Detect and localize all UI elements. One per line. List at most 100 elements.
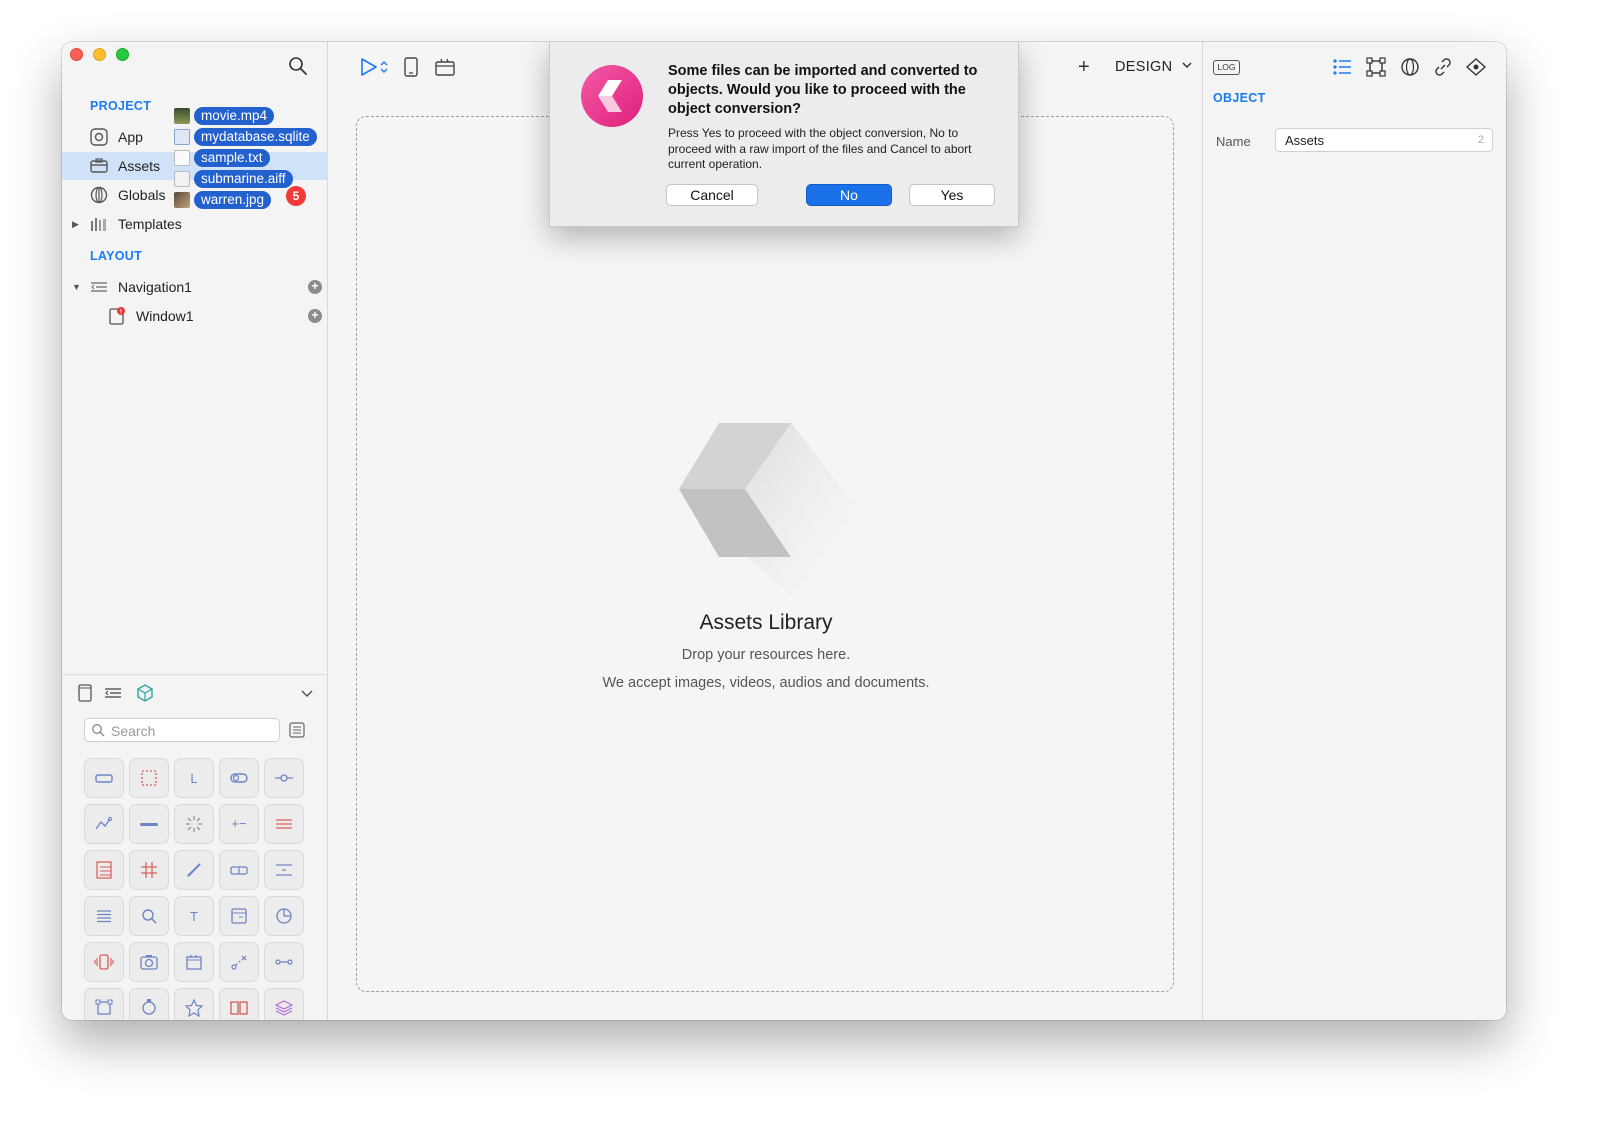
- gauge-icon: [276, 908, 292, 924]
- text-area-object-tile[interactable]: [84, 896, 124, 936]
- log-button[interactable]: LOG: [1213, 60, 1240, 75]
- chart-icon: [95, 816, 113, 830]
- play-icon[interactable]: [358, 56, 380, 78]
- layers-icon: [274, 1000, 294, 1016]
- assets-library-title: Assets Library: [699, 611, 833, 634]
- sidebar-item-label: App: [118, 129, 143, 145]
- slider-object-tile[interactable]: [264, 758, 304, 798]
- objects-tab-icon[interactable]: [136, 684, 154, 702]
- text-file-icon: [174, 150, 190, 166]
- sidebar-item-templates[interactable]: ▶ Templates: [62, 210, 328, 238]
- camera-icon: [140, 955, 158, 970]
- cancel-button[interactable]: Cancel: [666, 184, 758, 206]
- progress-object-tile[interactable]: [129, 804, 169, 844]
- button-object-tile[interactable]: [84, 758, 124, 798]
- chevron-updown-icon[interactable]: [378, 59, 390, 75]
- svg-text:L: L: [190, 771, 197, 786]
- vibration-object-tile[interactable]: [84, 942, 124, 982]
- label-icon: L: [190, 771, 197, 786]
- list-object-tile[interactable]: [84, 850, 124, 890]
- clapperboard-icon[interactable]: [434, 56, 456, 78]
- segmented-object-tile[interactable]: [219, 850, 259, 890]
- add-button[interactable]: +: [1078, 56, 1090, 79]
- grid-object-tile[interactable]: [129, 850, 169, 890]
- switch-icon: [230, 773, 248, 783]
- separator-icon: [276, 864, 292, 876]
- web-view-object-tile[interactable]: [219, 896, 259, 936]
- minimize-window-button[interactable]: [93, 48, 106, 61]
- chevron-down-icon[interactable]: [1180, 58, 1194, 72]
- preview-icon[interactable]: [1465, 56, 1487, 78]
- switch-object-tile[interactable]: [219, 758, 259, 798]
- dragged-file-label: mydatabase.sqlite: [194, 128, 317, 146]
- zoom-window-button[interactable]: [116, 48, 129, 61]
- columns-object-tile[interactable]: [219, 988, 259, 1020]
- list-properties-icon[interactable]: [1331, 56, 1353, 78]
- search-icon: [92, 724, 105, 737]
- layers-object-tile[interactable]: [264, 988, 304, 1020]
- device-icon[interactable]: [400, 56, 422, 78]
- templates-icon: [91, 218, 106, 231]
- pen-object-tile[interactable]: [174, 850, 214, 890]
- video-object-tile[interactable]: [174, 942, 214, 982]
- disclosure-down-icon[interactable]: ▼: [72, 282, 81, 292]
- text-object-tile[interactable]: T: [174, 896, 214, 936]
- separator-object-tile[interactable]: [264, 850, 304, 890]
- chart-object-tile[interactable]: [84, 804, 124, 844]
- app-logo-icon: [581, 65, 643, 127]
- video-icon: [186, 954, 202, 970]
- gesture-object-tile[interactable]: [219, 942, 259, 982]
- grid-icon: [141, 862, 157, 878]
- yes-button[interactable]: Yes: [909, 184, 995, 206]
- sidebar-item-window1[interactable]: ! Window1 +: [62, 302, 328, 330]
- import-conversion-dialog: Some files can be imported and converted…: [549, 42, 1019, 227]
- assets-library-hint: Drop your resources here.: [681, 647, 851, 663]
- add-icon[interactable]: +: [308, 280, 322, 294]
- connector-object-tile[interactable]: [264, 942, 304, 982]
- name-label: Name: [1216, 134, 1251, 149]
- project-section-label: PROJECT: [90, 99, 152, 113]
- gesture-icon: [231, 955, 247, 970]
- style-icon[interactable]: [1399, 56, 1421, 78]
- device-tab-icon[interactable]: [76, 684, 94, 702]
- assets-library-logo-icon: [679, 423, 857, 597]
- sidebar-item-label: Navigation1: [118, 279, 192, 295]
- star-object-tile[interactable]: [174, 988, 214, 1020]
- watch-icon: [142, 999, 156, 1015]
- disclosure-right-icon[interactable]: ▶: [72, 219, 79, 230]
- search-object-tile[interactable]: [129, 896, 169, 936]
- divider: [62, 674, 328, 675]
- spinner-object-tile[interactable]: [174, 804, 214, 844]
- mode-selector[interactable]: DESIGN: [1115, 59, 1172, 75]
- add-icon[interactable]: +: [308, 309, 322, 323]
- search-icon[interactable]: [288, 56, 308, 76]
- vibration-icon: [94, 954, 114, 970]
- library-search-input[interactable]: Search: [84, 718, 280, 742]
- frame-icon[interactable]: [1365, 56, 1387, 78]
- web-view-icon: [231, 908, 247, 924]
- no-button[interactable]: No: [806, 184, 892, 206]
- segmented-icon: [230, 866, 248, 875]
- navigation-tab-icon[interactable]: [104, 684, 122, 702]
- sidebar-item-navigation1[interactable]: ▼ Navigation1 +: [62, 273, 328, 301]
- chevron-down-icon[interactable]: [298, 684, 316, 702]
- close-window-button[interactable]: [70, 48, 83, 61]
- image-thumbnail-icon: [174, 192, 190, 208]
- svg-text:T: T: [190, 909, 198, 924]
- shape-object-tile[interactable]: [84, 988, 124, 1020]
- gauge-object-tile[interactable]: [264, 896, 304, 936]
- inspector-panel: LOG OBJECT Name Assets 2: [1202, 42, 1506, 1020]
- name-field[interactable]: Assets 2: [1275, 128, 1493, 152]
- stepper-object-tile[interactable]: +−: [219, 804, 259, 844]
- divider-object-tile[interactable]: [264, 804, 304, 844]
- list-view-icon[interactable]: [288, 721, 306, 739]
- selection-object-tile[interactable]: [129, 758, 169, 798]
- list-icon: [96, 861, 112, 879]
- dragged-file-label: warren.jpg: [194, 191, 272, 209]
- dialog-message: Press Yes to proceed with the object con…: [668, 126, 972, 171]
- watch-object-tile[interactable]: [129, 988, 169, 1020]
- asset-drop-zone[interactable]: Assets Library Drop your resources here.…: [356, 116, 1174, 992]
- link-icon[interactable]: [1432, 56, 1454, 78]
- label-object-tile[interactable]: L: [174, 758, 214, 798]
- camera-object-tile[interactable]: [129, 942, 169, 982]
